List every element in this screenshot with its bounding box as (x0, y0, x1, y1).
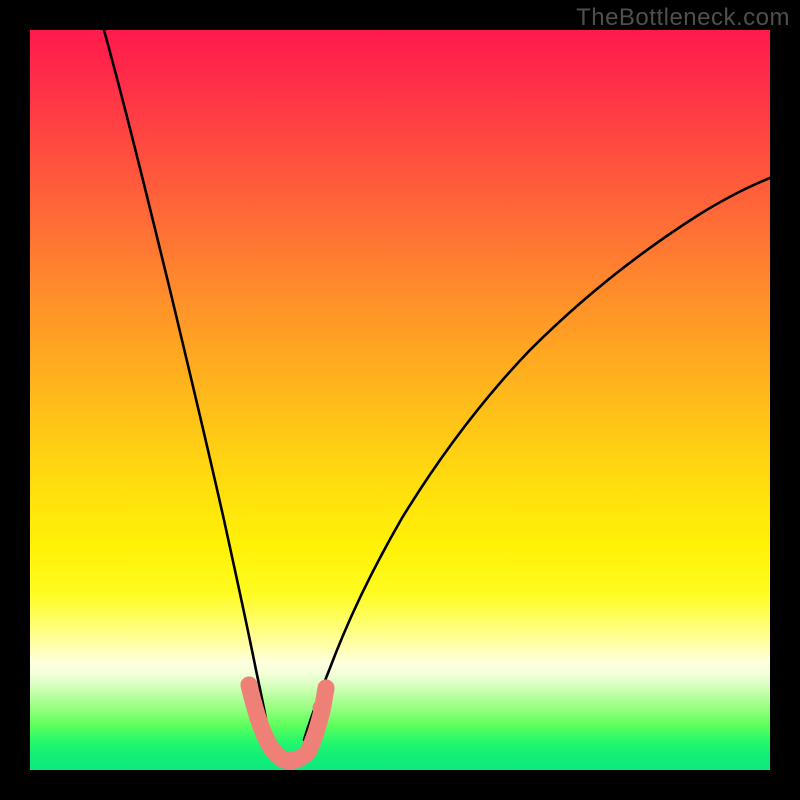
plot-area (30, 30, 770, 770)
valley-dot (246, 696, 263, 713)
right-curve (304, 178, 770, 740)
curve-layer (30, 30, 770, 770)
chart-frame: TheBottleneck.com (0, 0, 800, 800)
valley-dot (241, 677, 258, 694)
valley-dot (318, 680, 335, 697)
valley-dot (313, 700, 330, 717)
left-curve (104, 30, 270, 740)
watermark-text: TheBottleneck.com (576, 4, 790, 32)
valley-band (249, 685, 326, 761)
